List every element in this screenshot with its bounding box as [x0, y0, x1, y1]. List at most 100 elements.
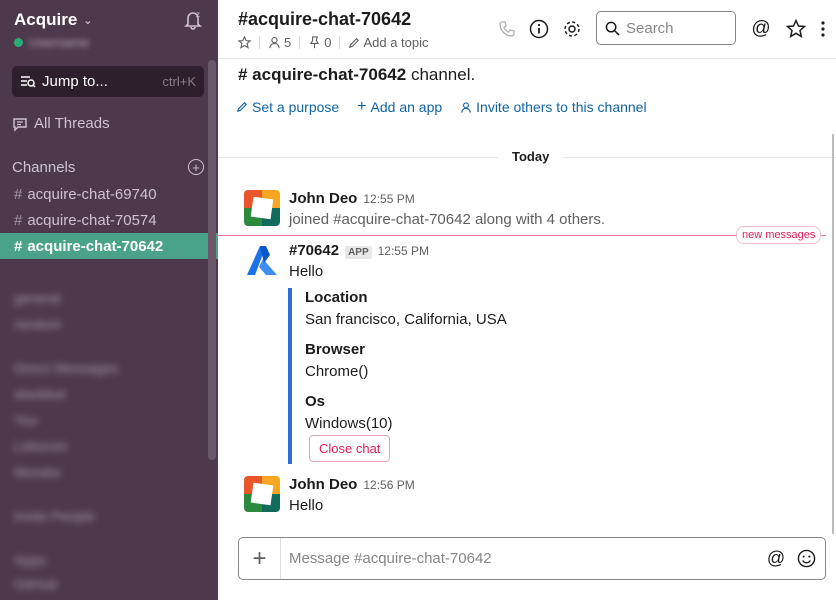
invite-label: Invite others to this channel	[476, 99, 647, 115]
person-icon	[269, 37, 280, 49]
message-time[interactable]: 12:55 PM	[378, 244, 429, 258]
message-pane: # acquire-chat-70642 channel. Set a purp…	[218, 59, 836, 600]
all-threads-label: All Threads	[34, 115, 110, 132]
pin-count: 0	[324, 35, 332, 50]
plus-icon: +	[357, 98, 367, 115]
phone-icon[interactable]	[496, 18, 518, 40]
message-text: Hello	[289, 497, 324, 514]
attach-plus-icon[interactable]: +	[239, 538, 281, 579]
sidebar-item-channel-active[interactable]: # acquire-chat-70642	[0, 233, 218, 259]
blurred-item[interactable]: Leksrom	[14, 438, 68, 454]
message[interactable]: John Deo 12:55 PM joined #acquire-chat-7…	[244, 190, 605, 228]
blurred-item[interactable]: Invite People	[14, 508, 95, 524]
field-value: San francisco, California, USA	[305, 311, 507, 328]
star-icon[interactable]	[785, 18, 807, 40]
chevron-down-icon: ⌄	[83, 14, 93, 27]
message[interactable]: #70642 APP 12:55 PM Hello	[244, 242, 429, 280]
set-purpose-label: Set a purpose	[252, 99, 340, 115]
info-icon[interactable]	[528, 18, 550, 40]
invite-link[interactable]: Invite others to this channel	[460, 98, 647, 116]
blurred-item[interactable]: GitHub	[14, 576, 58, 592]
sidebar-item-channel[interactable]: # acquire-chat-70574	[0, 207, 218, 233]
jump-shortcut: ctrl+K	[162, 74, 196, 89]
avatar[interactable]	[244, 190, 280, 226]
hash-icon: #	[14, 211, 23, 229]
blurred-item[interactable]: Apps	[14, 552, 46, 568]
field-value: Windows(10)	[305, 415, 393, 432]
divider	[259, 36, 260, 49]
set-purpose-link[interactable]: Set a purpose	[236, 98, 339, 116]
threads-icon	[13, 117, 27, 132]
mention-icon[interactable]: @	[765, 548, 787, 570]
field-value: Chrome()	[305, 363, 369, 380]
svg-text:z: z	[196, 10, 200, 19]
avatar[interactable]	[244, 476, 280, 512]
person-icon	[461, 101, 471, 113]
gear-icon[interactable]	[561, 18, 583, 40]
sidebar-item-channel[interactable]: # acquire-chat-69740	[0, 181, 218, 207]
notification-bell-icon[interactable]: z	[182, 8, 204, 30]
search-input[interactable]: Search	[596, 11, 736, 45]
app-badge: APP	[345, 246, 372, 259]
star-icon[interactable]	[238, 36, 251, 49]
jump-icon	[21, 75, 36, 88]
add-topic-label: Add a topic	[363, 35, 429, 50]
pencil-icon	[349, 37, 360, 48]
pin-icon	[309, 36, 320, 49]
message-scrollbar[interactable]	[832, 134, 834, 534]
blurred-item[interactable]: Mondor	[14, 464, 61, 480]
blurred-item[interactable]: You	[14, 412, 38, 428]
message-author[interactable]: #70642	[289, 242, 339, 259]
member-count: 5	[284, 35, 292, 50]
app-avatar-icon[interactable]	[244, 242, 280, 278]
channels-section-title[interactable]: Channels	[12, 159, 75, 176]
pencil-icon	[236, 101, 248, 113]
user-status[interactable]: Username	[14, 35, 89, 50]
blurred-item[interactable]: Direct Messages	[14, 360, 118, 376]
sidebar-scrollbar[interactable]	[208, 60, 216, 460]
channel-actions: Set a purpose + Add an app Invite others…	[236, 98, 647, 116]
intro-channel-name[interactable]: # acquire-chat-70642	[238, 65, 406, 84]
add-app-label: Add an app	[370, 99, 443, 115]
day-label[interactable]: Today	[498, 149, 564, 164]
workspace-name: Acquire	[14, 10, 78, 29]
message-attachment: Location San francisco, California, USA …	[288, 288, 608, 464]
new-messages-label[interactable]: new messages	[736, 226, 822, 244]
jump-to-button[interactable]: Jump to... ctrl+K	[12, 66, 204, 97]
close-chat-button[interactable]: Close chat	[309, 435, 391, 462]
attachment-field: Os Windows(10)	[305, 392, 608, 436]
plus-circle-icon[interactable]: +	[188, 159, 204, 175]
channel-name: acquire-chat-70574	[27, 211, 157, 229]
channel-header: #acquire-chat-70642 5 0 Add a topic Sear…	[218, 0, 836, 59]
intro-suffix: channel.	[410, 65, 476, 84]
blurred-item[interactable]: random	[14, 316, 61, 332]
members-button[interactable]: 5	[268, 35, 291, 50]
message-author[interactable]: John Deo	[289, 190, 357, 207]
more-icon[interactable]	[812, 18, 834, 40]
new-messages-divider	[218, 235, 826, 236]
message-author[interactable]: John Deo	[289, 476, 357, 493]
search-placeholder: Search	[626, 19, 674, 37]
message-input[interactable]: Message #acquire-chat-70642	[289, 550, 765, 567]
channel-title[interactable]: #acquire-chat-70642	[238, 9, 411, 30]
message-time[interactable]: 12:55 PM	[363, 192, 414, 206]
sidebar: Acquire ⌄ Username z Jump to... ctrl+K A…	[0, 0, 218, 600]
message[interactable]: John Deo 12:56 PM Hello	[244, 476, 415, 514]
channel-meta: 5 0 Add a topic	[238, 35, 429, 50]
sidebar-item-all-threads[interactable]: All Threads	[12, 115, 110, 132]
emoji-icon[interactable]	[795, 548, 817, 570]
pins-button[interactable]: 0	[308, 35, 331, 50]
message-composer[interactable]: + Message #acquire-chat-70642 @	[238, 537, 826, 580]
field-title: Location	[305, 289, 368, 306]
divider	[299, 36, 301, 49]
workspace-menu[interactable]: Acquire ⌄	[14, 10, 93, 30]
attachment-field: Browser Chrome()	[305, 340, 608, 384]
message-time[interactable]: 12:56 PM	[363, 478, 414, 492]
blurred-item[interactable]: slackbot	[14, 386, 65, 402]
add-app-link[interactable]: + Add an app	[357, 98, 442, 116]
mentions-icon[interactable]: @	[750, 18, 772, 40]
attachment-field: Location San francisco, California, USA	[305, 288, 608, 332]
add-topic-button[interactable]: Add a topic	[348, 35, 429, 50]
blurred-item[interactable]: general	[14, 290, 61, 306]
channel-name: acquire-chat-70642	[27, 237, 164, 255]
